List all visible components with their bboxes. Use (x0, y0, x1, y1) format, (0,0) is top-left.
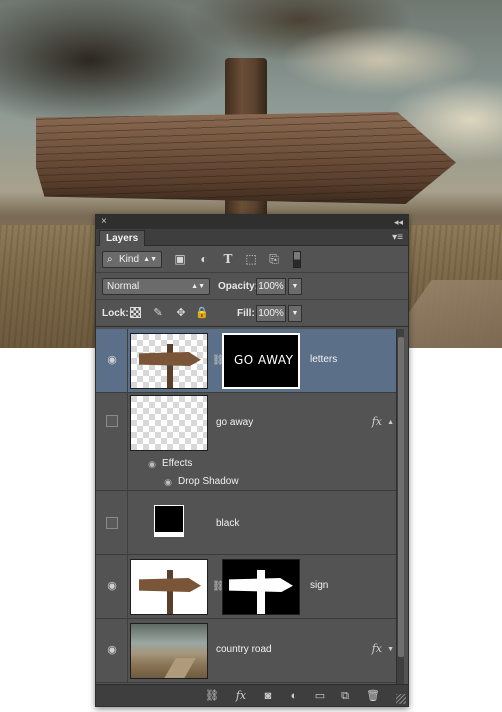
layers-panel: × ◂◂ Layers ▾≡ ⌕ Kind ▲▼ ▣ ◐ T ⬚ ⎘ Norma… (95, 214, 409, 707)
lock-label: Lock: (102, 308, 129, 319)
close-icon[interactable]: × (101, 215, 107, 229)
layer-row-black[interactable]: black (96, 491, 396, 555)
fx-icon[interactable]: fx (372, 415, 382, 428)
smart-object-filter-icon[interactable]: ⎘ (266, 252, 282, 267)
layer-mask-thumbnail[interactable] (222, 559, 300, 615)
opacity-input[interactable]: 100% (256, 278, 286, 295)
blend-mode-dropdown[interactable]: Normal ▲▼ (102, 278, 210, 295)
mask-text: GO AWAY (234, 353, 294, 367)
fill-slider-button[interactable]: ▼ (288, 305, 302, 322)
mask-link-icon[interactable]: ⛓ (212, 580, 225, 594)
layer-thumbnail[interactable] (130, 395, 208, 451)
eye-icon[interactable]: ◉ (105, 579, 119, 593)
layer-row-letters[interactable]: ◉ ⛓ GO AWAY letters (96, 329, 396, 393)
visibility-toggle[interactable] (106, 415, 118, 427)
mask-link-icon[interactable]: ⛓ (212, 354, 225, 368)
chevron-updown-icon: ▲▼ (143, 256, 157, 263)
fill-input[interactable]: 100% (256, 305, 286, 322)
layer-thumbnail[interactable] (130, 495, 208, 551)
layer-row-country-road[interactable]: ◉ country road fx ▼ (96, 619, 396, 683)
new-group-icon[interactable]: ▭ (312, 689, 328, 703)
adjustment-layer-icon[interactable]: ◐ (286, 689, 302, 703)
layer-thumbnail[interactable] (130, 333, 208, 389)
lock-position-icon[interactable]: ✥ (174, 306, 188, 320)
opacity-slider-button[interactable]: ▼ (288, 278, 302, 295)
adjustment-filter-icon[interactable]: ◐ (196, 252, 212, 267)
eye-icon[interactable]: ◉ (105, 353, 119, 367)
eye-icon[interactable]: ◉ (105, 643, 119, 657)
panel-footer: ⛓ fx ◙ ◐ ▭ ⧉ 🗑 (96, 684, 408, 706)
blend-mode-value: Normal (107, 281, 140, 292)
layer-name[interactable]: country road (216, 644, 272, 655)
search-icon: ⌕ (107, 254, 113, 265)
eye-icon[interactable]: ◉ (162, 476, 174, 488)
fx-expand-icon[interactable]: ▼ (387, 646, 394, 653)
kind-filter-label: Kind (119, 254, 140, 265)
visibility-toggle[interactable] (106, 517, 118, 529)
layer-name[interactable]: black (216, 518, 239, 529)
fx-expand-icon[interactable]: ▲ (387, 419, 394, 426)
layer-mask-thumbnail[interactable]: GO AWAY (222, 333, 300, 389)
layer-name[interactable]: go away (216, 417, 253, 428)
panel-tab-row: Layers ▾≡ (96, 229, 408, 246)
panel-titlebar[interactable]: × ◂◂ (96, 215, 408, 229)
new-layer-icon[interactable]: ⧉ (337, 689, 353, 703)
lock-row: Lock: ✎ ✥ 🔒 Fill: 100% ▼ (96, 300, 408, 327)
filter-toggle-switch[interactable] (293, 251, 301, 268)
add-mask-icon[interactable]: ◙ (260, 689, 276, 703)
layer-list-scrollbar[interactable] (396, 329, 404, 684)
fill-layer-icon (154, 505, 184, 537)
image-filter-icon[interactable]: ▣ (172, 252, 188, 267)
kind-filter-dropdown[interactable]: ⌕ Kind ▲▼ (102, 251, 162, 268)
resize-grip-icon[interactable] (396, 694, 406, 704)
trash-icon[interactable]: 🗑 (365, 689, 381, 703)
fx-icon[interactable]: fx (233, 689, 249, 703)
layer-thumbnail[interactable] (130, 559, 208, 615)
effects-row[interactable]: ◉ Effects (96, 455, 396, 473)
layer-row-sign[interactable]: ◉ ⛓ sign (96, 555, 396, 619)
type-filter-icon[interactable]: T (220, 252, 236, 267)
chevron-updown-icon: ▲▼ (191, 283, 205, 290)
lock-all-icon[interactable]: 🔒 (195, 306, 209, 320)
layer-list: ◉ ⛓ GO AWAY letters go away fx ▲ ◉ Effec… (96, 329, 408, 684)
collapse-icon[interactable]: ◂◂ (394, 215, 403, 229)
fx-icon[interactable]: fx (372, 642, 382, 655)
eye-icon[interactable]: ◉ (146, 458, 158, 470)
shape-filter-icon[interactable]: ⬚ (243, 252, 259, 267)
lock-transparent-pixels-icon[interactable] (129, 306, 143, 320)
layer-row-go-away[interactable]: go away fx ▲ ◉ Effects ◉ Drop Shadow (96, 393, 396, 491)
effects-label: Effects (162, 458, 193, 469)
link-layers-icon[interactable]: ⛓ (204, 689, 220, 703)
effect-item-label: Drop Shadow (178, 476, 239, 487)
blend-row: Normal ▲▼ Opacity: 100% ▼ (96, 273, 408, 300)
tab-layers[interactable]: Layers (99, 230, 146, 246)
layer-thumbnail[interactable] (130, 623, 208, 679)
lock-image-pixels-icon[interactable]: ✎ (151, 306, 165, 320)
layer-name[interactable]: sign (310, 580, 328, 591)
fill-label: Fill: (237, 308, 255, 319)
opacity-label: Opacity: (218, 281, 259, 292)
scrollbar-thumb[interactable] (398, 337, 404, 657)
panel-menu-icon[interactable]: ▾≡ (392, 231, 403, 244)
effect-item-row[interactable]: ◉ Drop Shadow (96, 473, 396, 491)
photo-sign-board (36, 112, 456, 204)
filter-row: ⌕ Kind ▲▼ ▣ ◐ T ⬚ ⎘ (96, 246, 408, 273)
layer-name[interactable]: letters (310, 354, 337, 365)
